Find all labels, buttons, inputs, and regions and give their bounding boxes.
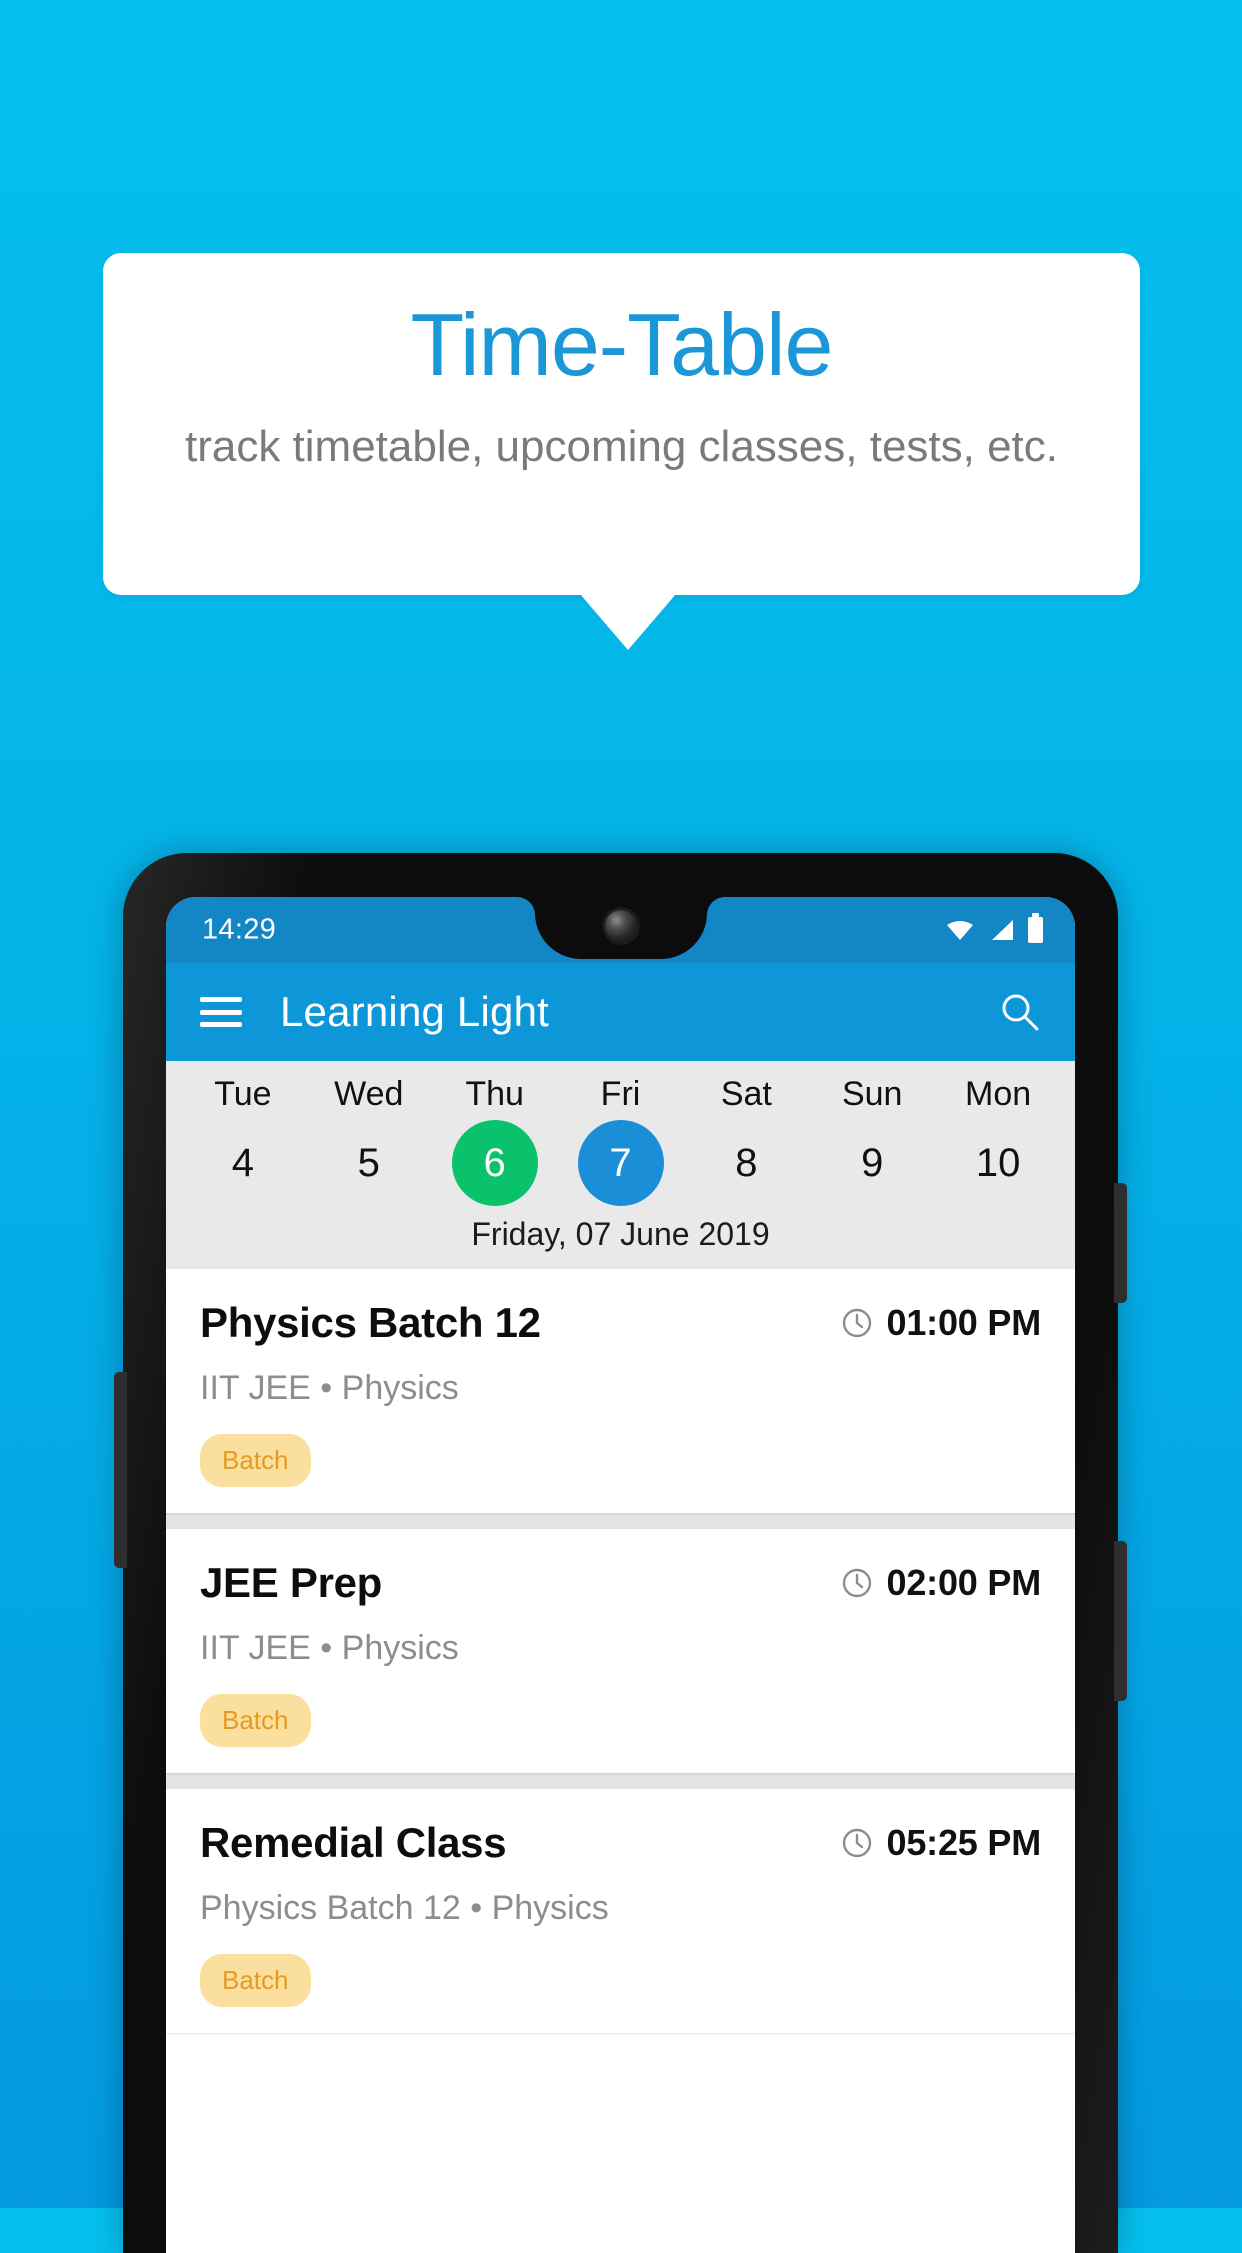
phone-screen: 14:29 Learning Light Tue Wed Thu Fri Sat… xyxy=(166,897,1075,2253)
class-time: 01:00 PM xyxy=(886,1302,1042,1343)
date-pill[interactable]: 9 xyxy=(829,1120,915,1206)
class-time-wrap: 01:00 PM xyxy=(841,1302,1041,1344)
weekday-label: Tue xyxy=(214,1075,272,1113)
class-type-badge: Batch xyxy=(200,1954,311,2007)
date-pill[interactable]: 10 xyxy=(955,1120,1041,1206)
class-time: 05:25 PM xyxy=(886,1822,1042,1863)
class-card-header: Physics Batch 12 01:00 PM xyxy=(200,1299,1041,1347)
class-card[interactable]: Physics Batch 12 01:00 PM IIT JEE • Phys… xyxy=(166,1269,1075,1513)
status-bar-time: 14:29 xyxy=(202,913,277,946)
hamburger-menu-icon[interactable] xyxy=(200,997,242,1027)
front-camera-icon xyxy=(604,910,637,942)
weekday-label: Wed xyxy=(334,1075,404,1113)
class-type-badge: Batch xyxy=(200,1434,311,1487)
clock-icon xyxy=(842,1568,871,1598)
promo-bubble-tail xyxy=(580,594,676,650)
class-title: JEE Prep xyxy=(200,1559,383,1606)
date-pill[interactable]: 8 xyxy=(703,1120,789,1206)
class-card[interactable]: Remedial Class 05:25 PM Physics Batch 12… xyxy=(166,1789,1075,2033)
notch-ear-left xyxy=(498,897,535,933)
status-bar-icons xyxy=(946,913,1043,943)
class-card-header: Remedial Class 05:25 PM xyxy=(200,1819,1041,1867)
date-pill-selected[interactable]: 7 xyxy=(577,1120,664,1206)
status-bar: 14:29 xyxy=(166,897,1075,963)
weekday-label: Fri xyxy=(600,1075,641,1113)
date-pill[interactable]: 4 xyxy=(200,1120,286,1206)
class-card[interactable]: JEE Prep 02:00 PM IIT JEE • Physics Batc… xyxy=(166,1529,1075,1773)
clock-icon xyxy=(842,1308,871,1338)
selected-date-label: Friday, 07 June 2019 xyxy=(471,1216,770,1252)
weekday-label: Thu xyxy=(465,1075,524,1113)
notch-ear-right xyxy=(706,897,743,933)
class-subtitle: Physics Batch 12 • Physics xyxy=(200,1889,609,1927)
power-button[interactable] xyxy=(1114,1541,1127,1701)
promo-bubble: Time-Table track timetable, upcoming cla… xyxy=(103,253,1140,595)
weekday-label: Sat xyxy=(720,1075,772,1113)
weekday-row: Tue Wed Thu Fri Sat Sun Mon xyxy=(166,1075,1075,1114)
wifi-icon xyxy=(947,921,973,940)
date-strip: Tue Wed Thu Fri Sat Sun Mon 4 5 6 7 8 9 … xyxy=(166,1061,1075,1269)
waterdrop-notch xyxy=(534,897,707,959)
assistant-button[interactable] xyxy=(114,1372,127,1568)
promo-title: Time-Table xyxy=(410,295,834,394)
app-bar: Learning Light xyxy=(166,963,1075,1061)
signal-icon xyxy=(992,920,1013,940)
class-time-wrap: 02:00 PM xyxy=(841,1562,1041,1604)
class-title: Remedial Class xyxy=(200,1819,507,1866)
volume-button[interactable] xyxy=(1114,1183,1127,1303)
class-time: 02:00 PM xyxy=(886,1562,1042,1603)
class-subtitle: IIT JEE • Physics xyxy=(200,1369,459,1407)
date-pill[interactable]: 5 xyxy=(326,1120,412,1206)
class-list[interactable]: Physics Batch 12 01:00 PM IIT JEE • Phys… xyxy=(166,1269,1075,2033)
battery-icon xyxy=(1028,913,1043,943)
phone-device-frame: 14:29 Learning Light Tue Wed Thu Fri Sat… xyxy=(114,853,1127,2253)
clock-icon xyxy=(842,1828,871,1858)
class-time-wrap: 05:25 PM xyxy=(841,1822,1041,1864)
weekday-label: Mon xyxy=(965,1075,1032,1113)
app-title: Learning Light xyxy=(280,988,550,1035)
promo-subtitle: track timetable, upcoming classes, tests… xyxy=(184,422,1059,471)
class-title: Physics Batch 12 xyxy=(200,1299,541,1346)
class-card-header: JEE Prep 02:00 PM xyxy=(200,1559,1041,1607)
class-subtitle: IIT JEE • Physics xyxy=(200,1629,459,1667)
date-number-row: 4 5 6 7 8 9 10 xyxy=(166,1114,1075,1206)
search-icon[interactable] xyxy=(999,991,1041,1033)
weekday-label: Sun xyxy=(841,1075,903,1113)
class-type-badge: Batch xyxy=(200,1694,311,1747)
date-pill-today[interactable]: 6 xyxy=(451,1120,538,1206)
